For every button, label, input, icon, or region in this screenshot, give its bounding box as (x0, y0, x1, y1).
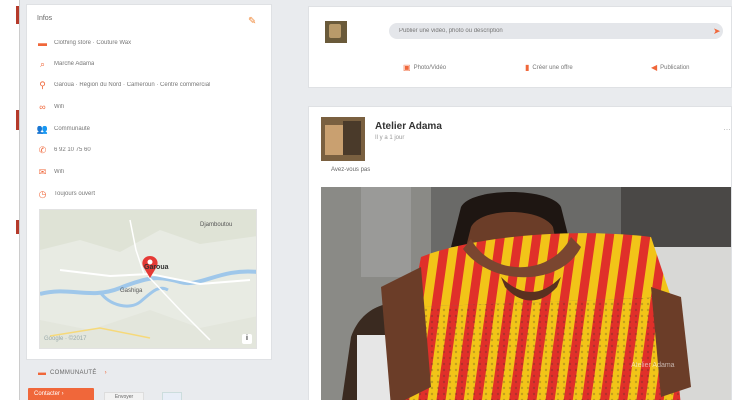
phone-icon: ✆ (38, 144, 47, 155)
briefcase-icon: ▬ (38, 37, 47, 48)
about-row-text: Garoua · Région du Nord · Cameroun · Cen… (54, 82, 211, 88)
avatar-figure (325, 125, 343, 155)
about-row-text: Marché Adama (54, 61, 95, 67)
composer-input[interactable] (389, 23, 723, 39)
post-text: Avez-vous pas (331, 167, 371, 173)
map-attribution: Google · ©2017 (44, 336, 87, 342)
thumbnail-button[interactable] (162, 392, 182, 400)
camera-icon: ▣ (403, 63, 411, 72)
feed-post: Atelier Adama Il y a 1 jour … Avez-vous … (308, 106, 732, 400)
community-label: COMMUNAUTÉ (50, 369, 97, 376)
envelope-icon: ✉ (38, 166, 47, 177)
about-row-text: Clothing store · Couture Wax (54, 40, 132, 46)
map-canvas (40, 210, 256, 348)
post-author-name[interactable]: Atelier Adama (375, 121, 442, 132)
people-icon: ▬ (38, 368, 46, 377)
link-icon: ∞ (39, 101, 46, 112)
action-label: Photo/Vidéo (413, 64, 447, 71)
post-composer: ➤ ▣ Photo/Vidéo ▮ Créer une offre ◀ Publ… (308, 6, 732, 88)
about-card: Infos ✎ ▬ Clothing store · Couture Wax ⌕… (26, 4, 272, 360)
chevron-right-icon: › (104, 369, 107, 376)
map-place-label: Djamboutou (200, 222, 233, 228)
about-row-hours: ◷ Toujours ouvert (37, 188, 263, 200)
map-place-label: Gashiga (120, 288, 143, 294)
send-icon[interactable]: ➤ (713, 26, 723, 36)
about-row-address[interactable]: ⚲ Garoua · Région du Nord · Cameroun · C… (37, 79, 263, 91)
about-row-text: Wifi (54, 169, 64, 175)
about-row-website[interactable]: ∞ Wifi (37, 101, 263, 113)
composer-actions: ▣ Photo/Vidéo ▮ Créer une offre ◀ Public… (309, 63, 732, 77)
action-label: Publication (660, 64, 690, 71)
photo-image: Atelier Adama (321, 187, 731, 400)
post-author-avatar[interactable] (321, 117, 365, 161)
post-menu-icon[interactable]: … (723, 123, 731, 132)
location-pin-icon: ⚲ (39, 79, 46, 90)
post-photo[interactable]: Atelier Adama (321, 187, 731, 400)
left-edge-marker (16, 220, 19, 234)
map-info-button[interactable]: i (242, 334, 252, 344)
left-edge-marker (16, 110, 19, 130)
about-row-name: ⌕ Marché Adama (37, 58, 263, 70)
contact-button[interactable]: Contacter › (28, 388, 94, 400)
clock-icon: ◷ (38, 188, 47, 199)
create-offer-button[interactable]: ▮ Créer une offre (525, 63, 573, 72)
about-row-email[interactable]: ✉ Wifi (37, 166, 263, 178)
star-icon: ◀ (651, 63, 658, 72)
avatar-figure (343, 121, 361, 155)
send-button[interactable]: Envoyer (104, 392, 144, 400)
about-row-community[interactable]: 👥 Communauté (37, 123, 263, 135)
about-title: Infos (37, 15, 53, 22)
photo-video-button[interactable]: ▣ Photo/Vidéo (403, 63, 446, 72)
left-edge-marker (16, 6, 19, 24)
location-map[interactable]: Garoua Djamboutou Gashiga Google · ©2017… (39, 209, 257, 349)
left-edge-strip (0, 0, 20, 400)
page-avatar[interactable] (325, 21, 347, 43)
document-icon: ▮ (525, 63, 530, 72)
pencil-icon[interactable]: ✎ (248, 17, 258, 27)
post-timestamp[interactable]: Il y a 1 jour (375, 135, 404, 141)
about-row-phone[interactable]: ✆ 6 92 10 75 60 (37, 144, 263, 156)
action-label: Créer une offre (532, 64, 573, 71)
about-row-text: Toujours ouvert (54, 191, 96, 197)
photo-watermark: Atelier Adama (631, 362, 675, 369)
community-section-header[interactable]: ▬ COMMUNAUTÉ › (38, 368, 107, 377)
about-row-category: ▬ Clothing store · Couture Wax (37, 37, 263, 49)
people-icon: 👥 (36, 123, 49, 134)
about-row-text: 6 92 10 75 60 (54, 147, 91, 153)
about-row-text: Communauté (54, 126, 91, 132)
about-row-text: Wifi (54, 104, 64, 110)
search-icon: ⌕ (39, 58, 46, 69)
publication-button[interactable]: ◀ Publication (651, 63, 690, 72)
map-city-label: Garoua (144, 264, 169, 271)
